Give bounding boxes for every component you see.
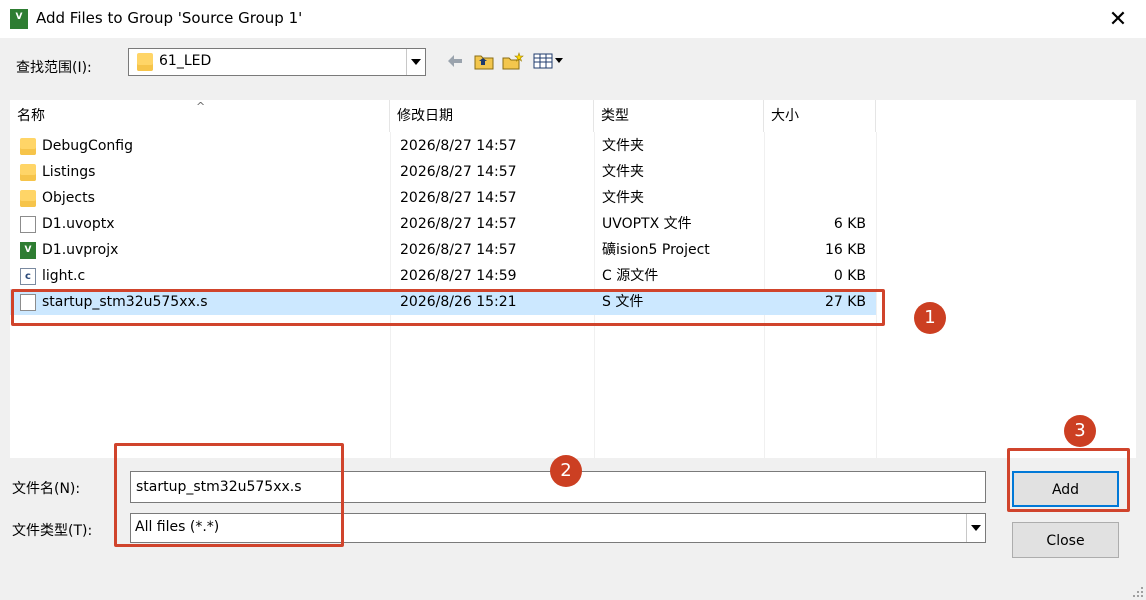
file-name: Objects [42, 190, 95, 206]
file-name: DebugConfig [42, 138, 133, 154]
folder-icon [20, 138, 36, 155]
annotation-badge-2: 2 [550, 455, 582, 487]
view-menu-button[interactable] [530, 50, 566, 72]
column-header-date[interactable]: 修改日期 [390, 100, 594, 132]
back-button[interactable] [442, 50, 468, 72]
column-header-type[interactable]: 类型 [594, 100, 764, 132]
look-in-label: 查找范围(I): [16, 60, 92, 76]
new-folder-button[interactable] [500, 50, 526, 72]
close-icon[interactable]: ✕ [1100, 4, 1136, 34]
file-date: 2026/8/27 14:57 [400, 216, 517, 232]
close-button[interactable]: Close [1012, 522, 1119, 558]
annotation-box-3 [1007, 448, 1130, 512]
file-date: 2026/8/27 14:57 [400, 242, 517, 258]
file-name: D1.uvprojx [42, 242, 119, 258]
file-size: 16 KB [824, 242, 866, 258]
file-date: 2026/8/27 14:57 [400, 164, 517, 180]
title-bar: V Add Files to Group 'Source Group 1' ✕ [0, 0, 1146, 38]
file-row[interactable]: V D1.uvprojx 2026/8/27 14:57 礦ision5 Pro… [10, 237, 876, 263]
folder-icon [20, 164, 36, 181]
file-type: 礦ision5 Project [602, 242, 710, 258]
file-date: 2026/8/27 14:57 [400, 138, 517, 154]
window-title: Add Files to Group 'Source Group 1' [36, 9, 303, 27]
back-arrow-icon [448, 55, 462, 67]
file-type: C 源文件 [602, 268, 659, 284]
file-size: 6 KB [833, 216, 866, 232]
file-row[interactable]: Listings 2026/8/27 14:57 文件夹 [10, 159, 876, 185]
file-date: 2026/8/27 14:57 [400, 190, 517, 206]
file-size [764, 159, 866, 185]
resize-grip-icon[interactable] [1132, 586, 1144, 598]
folder-up-icon [474, 55, 494, 70]
file-type: 文件夹 [602, 190, 644, 206]
view-grid-icon [533, 53, 563, 69]
file-row[interactable]: Objects 2026/8/27 14:57 文件夹 [10, 185, 876, 211]
file-icon [20, 216, 36, 233]
look-in-dropdown[interactable]: 61_LED [128, 48, 426, 76]
new-folder-icon [502, 52, 524, 70]
uvision-app-icon: V [10, 9, 28, 29]
file-name: D1.uvoptx [42, 216, 115, 232]
c-source-file-icon: c [20, 268, 36, 285]
file-size [764, 185, 866, 211]
uvision-project-icon: V [20, 242, 36, 259]
file-size: 0 KB [833, 268, 866, 284]
sort-ascending-icon: ^ [196, 100, 206, 113]
file-row[interactable]: DebugConfig 2026/8/27 14:57 文件夹 [10, 133, 876, 159]
file-row[interactable]: D1.uvoptx 2026/8/27 14:57 UVOPTX 文件 6 KB [10, 211, 876, 237]
chevron-down-icon[interactable] [406, 49, 425, 75]
file-type: 文件夹 [602, 138, 644, 154]
file-name: Listings [42, 164, 96, 180]
chevron-down-icon[interactable] [966, 514, 985, 542]
file-type-label: 文件类型(T): [12, 523, 93, 539]
file-list[interactable]: 名称 ^ 修改日期 类型 大小 DebugConfig 2026/8/27 14… [10, 100, 1136, 458]
annotation-badge-1: 1 [914, 302, 946, 334]
file-name-label: 文件名(N): [12, 481, 81, 497]
file-size [764, 133, 866, 159]
file-type: 文件夹 [602, 164, 644, 180]
file-date: 2026/8/27 14:59 [400, 268, 517, 284]
column-header-size[interactable]: 大小 [764, 100, 876, 132]
folder-icon [137, 53, 153, 71]
file-name: light.c [42, 268, 86, 284]
annotation-badge-3: 3 [1064, 415, 1096, 447]
annotation-box-1 [11, 289, 885, 326]
up-one-level-button[interactable] [472, 50, 496, 72]
annotation-box-2 [114, 443, 344, 547]
file-type: UVOPTX 文件 [602, 216, 692, 232]
file-row[interactable]: c light.c 2026/8/27 14:59 C 源文件 0 KB [10, 263, 876, 289]
folder-icon [20, 190, 36, 207]
look-in-value: 61_LED [159, 53, 212, 69]
